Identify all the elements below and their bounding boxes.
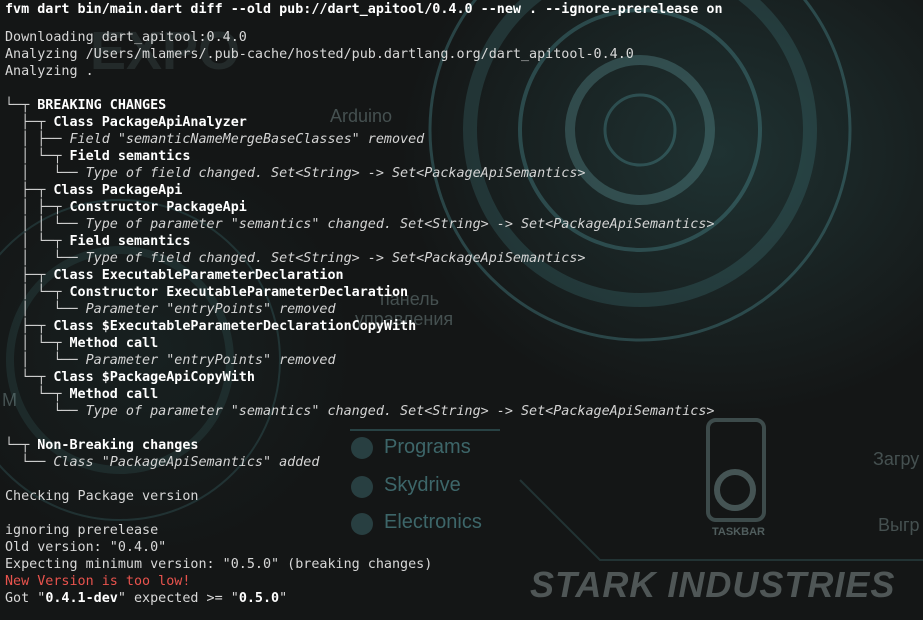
tree-line: └─┬ Class $PackageApiCopyWith [5, 369, 923, 386]
tree-branch: │ └── [5, 165, 86, 181]
tree-line: │ └── Type of field changed. Set<String>… [5, 165, 923, 182]
preamble-line: Analyzing /Users/mlamers/.pub-cache/host… [5, 46, 634, 62]
non-breaking-changes-tree: └─┬ Non-Breaking changes └── Class "Pack… [5, 437, 923, 471]
tree-line: │ ├── Field "semanticNameMergeBaseClasse… [5, 131, 923, 148]
tree-node-heading: Method call [69, 335, 159, 351]
expected-version: 0.5.0 [238, 590, 280, 606]
tree-node-heading: Class PackageApiAnalyzer [53, 114, 247, 130]
tree-node-detail: Type of parameter "semantics" changed. S… [85, 216, 715, 232]
tree-node-heading: Method call [69, 386, 159, 402]
tree-line: └── Type of parameter "semantics" change… [5, 403, 923, 420]
tree-branch: └─┬ [5, 369, 54, 385]
tree-node-heading: BREAKING CHANGES [37, 97, 167, 113]
tree-node-detail: Parameter "entryPoints" removed [85, 352, 336, 368]
terminal-output[interactable]: fvm dart bin/main.dart diff --old pub://… [5, 0, 923, 607]
tree-line: └── Class "PackageApiSemantics" added [5, 454, 923, 471]
tree-branch: │ └─┬ [5, 233, 70, 249]
tree-branch: └── [5, 454, 54, 470]
tree-branch: │ ├── [5, 131, 70, 147]
tree-node-heading: Class $PackageApiCopyWith [53, 369, 255, 385]
tree-node-detail: Field "semanticNameMergeBaseClasses" rem… [69, 131, 425, 147]
tree-branch: │ └─┬ [5, 335, 70, 351]
tree-line: └─┬ BREAKING CHANGES [5, 97, 923, 114]
tree-line: │ │ └── Type of parameter "semantics" ch… [5, 216, 923, 233]
tree-line: │ └── Type of field changed. Set<String>… [5, 250, 923, 267]
old-version-line: Old version: "0.4.0" [5, 539, 167, 555]
tree-node-heading: Class $ExecutableParameterDeclarationCop… [53, 318, 417, 334]
check-line: Checking Package version [5, 488, 199, 504]
tree-branch: │ └── [5, 352, 86, 368]
tree-node-heading: Constructor ExecutableParameterDeclarati… [69, 284, 409, 300]
tree-line: ├─┬ Class $ExecutableParameterDeclaratio… [5, 318, 923, 335]
tree-branch: └─┬ [5, 386, 70, 402]
tree-line: │ └─┬ Method call [5, 335, 923, 352]
tree-branch: ├─┬ [5, 267, 54, 283]
breaking-changes-tree: └─┬ BREAKING CHANGES ├─┬ Class PackageAp… [5, 97, 923, 420]
preamble-line: Analyzing . [5, 63, 94, 79]
command-line: fvm dart bin/main.dart diff --old pub://… [5, 2, 723, 17]
tree-line: │ └─┬ Field semantics [5, 148, 923, 165]
tree-branch: │ └── [5, 301, 86, 317]
tree-branch: │ └─┬ [5, 284, 70, 300]
tree-node-detail: Parameter "entryPoints" removed [85, 301, 336, 317]
tree-line: ├─┬ Class PackageApi [5, 182, 923, 199]
tree-branch: │ └─┬ [5, 148, 70, 164]
tree-line: ├─┬ Class PackageApiAnalyzer [5, 114, 923, 131]
tree-branch: └── [5, 403, 86, 419]
tree-line: └─┬ Method call [5, 386, 923, 403]
ignoring-line: ignoring prerelease [5, 522, 159, 538]
tree-line: │ └── Parameter "entryPoints" removed [5, 352, 923, 369]
tree-branch: │ └── [5, 250, 86, 266]
tree-line: │ ├─┬ Constructor PackageApi [5, 199, 923, 216]
tree-node-heading: Non-Breaking changes [37, 437, 199, 453]
tree-node-heading: Class ExecutableParameterDeclaration [53, 267, 344, 283]
tree-branch: └─┬ [5, 437, 38, 453]
tree-node-heading: Field semantics [69, 233, 191, 249]
tree-line: │ └─┬ Constructor ExecutableParameterDec… [5, 284, 923, 301]
tree-line: │ └─┬ Field semantics [5, 233, 923, 250]
tree-node-heading: Field semantics [69, 148, 191, 164]
got-version: 0.4.1-dev [45, 590, 118, 606]
tree-node-heading: Class PackageApi [53, 182, 183, 198]
tree-node-detail: Type of parameter "semantics" changed. S… [85, 403, 715, 419]
tree-node-detail: Class "PackageApiSemantics" added [53, 454, 320, 470]
tree-branch: ├─┬ [5, 182, 54, 198]
tree-branch: │ │ └── [5, 216, 86, 232]
expecting-line: Expecting minimum version: "0.5.0" (brea… [5, 556, 433, 572]
tree-node-heading: Constructor PackageApi [69, 199, 247, 215]
tree-node-detail: Type of field changed. Set<String> -> Se… [85, 250, 586, 266]
got-line: Got "0.4.1-dev" expected >= "0.5.0" [5, 590, 288, 606]
tree-branch: ├─┬ [5, 114, 54, 130]
tree-node-detail: Type of field changed. Set<String> -> Se… [85, 165, 586, 181]
tree-line: │ └── Parameter "entryPoints" removed [5, 301, 923, 318]
tree-branch: └─┬ [5, 97, 38, 113]
tree-branch: │ ├─┬ [5, 199, 70, 215]
tree-branch: ├─┬ [5, 318, 54, 334]
tree-line: ├─┬ Class ExecutableParameterDeclaration [5, 267, 923, 284]
error-line: New Version is too low! [5, 573, 191, 589]
preamble-line: Downloading dart_apitool:0.4.0 [5, 29, 247, 45]
tree-line: └─┬ Non-Breaking changes [5, 437, 923, 454]
